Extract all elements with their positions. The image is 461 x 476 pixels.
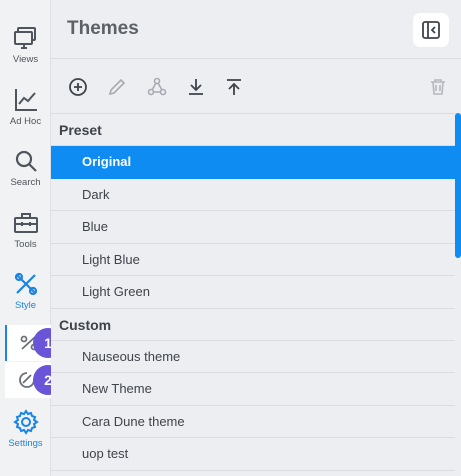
views-icon	[13, 27, 36, 49]
rail-item-label: Tools	[14, 239, 37, 250]
rail-item-label: Ad Hoc	[9, 116, 42, 127]
scrollbar-thumb[interactable]	[455, 113, 461, 258]
rail-item-adhoc[interactable]: Ad Hoc	[0, 86, 51, 127]
panel-title: Themes	[67, 18, 139, 39]
collapse-panel-button[interactable]	[413, 13, 449, 47]
rail-item-label: Views	[12, 54, 39, 65]
theme-row-cara-dune[interactable]: Cara Dune theme	[51, 406, 455, 438]
rail-item-label: Settings	[8, 438, 43, 449]
theme-row-original[interactable]: Original	[51, 146, 455, 179]
toolbox-icon	[13, 213, 38, 233]
collapse-panel-icon	[422, 21, 440, 39]
add-icon[interactable]	[66, 75, 90, 99]
theme-row-uop-test[interactable]: uop test	[51, 438, 455, 471]
rail-item-tools[interactable]: Tools	[0, 209, 51, 250]
theme-row-light-blue[interactable]: Light Blue	[51, 244, 455, 276]
section-custom: Custom	[51, 309, 455, 341]
rail-item-label: Search	[10, 177, 41, 188]
delete-icon[interactable]	[426, 75, 450, 99]
edit-icon[interactable]	[105, 75, 129, 99]
theme-row-blue[interactable]: Blue	[51, 211, 455, 244]
adhoc-chart-icon	[14, 89, 37, 111]
download-icon[interactable]	[184, 75, 208, 99]
search-icon	[15, 150, 37, 172]
share-icon[interactable]	[145, 75, 169, 99]
section-preset: Preset	[51, 114, 455, 146]
theme-row-new-theme[interactable]: New Theme	[51, 373, 455, 406]
list-scrollbar[interactable]	[455, 113, 461, 476]
themes-list: Preset Original Dark Blue Light Blue Lig…	[51, 113, 455, 476]
theme-row-dark[interactable]: Dark	[51, 179, 455, 211]
themes-toolbar	[51, 58, 461, 113]
rail-item-settings[interactable]: Settings	[0, 408, 51, 449]
rail-item-views[interactable]: Views	[0, 24, 51, 65]
theme-row-light-green[interactable]: Light Green	[51, 276, 455, 309]
theme-row-nauseous[interactable]: Nauseous theme	[51, 341, 455, 373]
left-rail: Views Ad Hoc Search Tools Style 1 2 Sett…	[0, 0, 63, 476]
upload-icon[interactable]	[222, 75, 246, 99]
themes-panel: Themes Preset Original Dark Blue Light B…	[51, 0, 461, 476]
rail-item-style[interactable]: Style	[0, 270, 51, 311]
gear-icon	[12, 409, 39, 435]
style-icon	[14, 272, 37, 296]
rail-item-label: Style	[14, 300, 37, 311]
rail-item-search[interactable]: Search	[0, 147, 51, 188]
